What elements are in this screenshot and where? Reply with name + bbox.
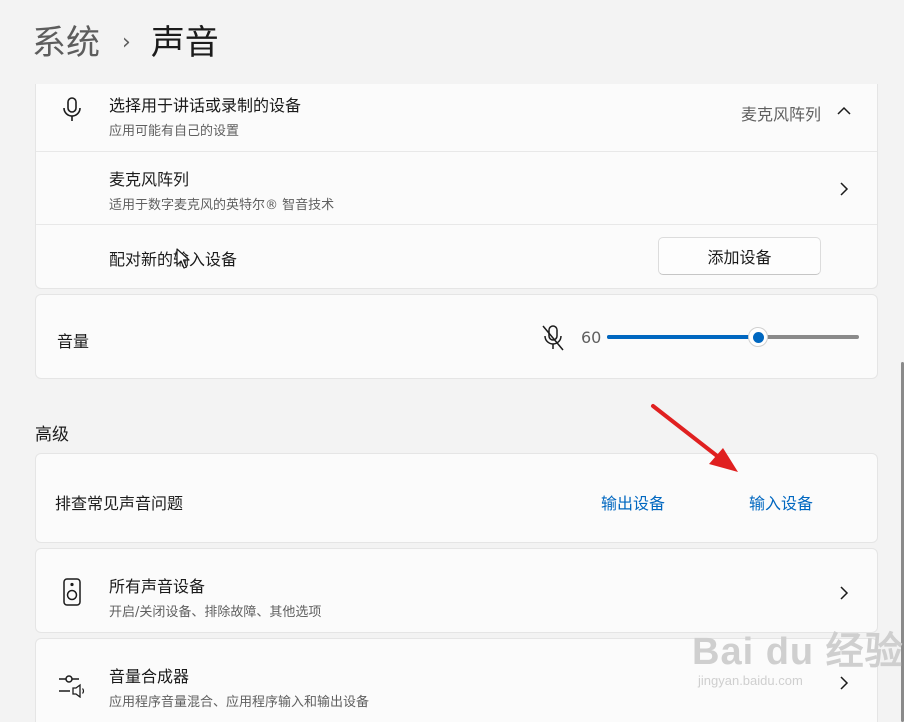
volume-value: 60 xyxy=(581,328,602,347)
mixer-icon xyxy=(58,671,88,699)
troubleshoot-card: 排查常见声音问题 输出设备 输入设备 xyxy=(35,453,878,543)
input-device-title: 选择用于讲话或录制的设备 xyxy=(109,96,302,115)
chevron-right-icon[interactable] xyxy=(837,181,851,196)
troubleshoot-label: 排查常见声音问题 xyxy=(55,494,184,513)
watermark-url: jingyan.baidu.com xyxy=(698,673,803,688)
microphone-icon xyxy=(58,96,86,124)
mic-array-subtitle: 适用于数字麦克风的英特尔® 智音技术 xyxy=(109,198,335,213)
pair-device-label: 配对新的输入设备 xyxy=(109,250,238,269)
input-devices-link[interactable]: 输入设备 xyxy=(749,490,813,514)
volume-slider[interactable] xyxy=(607,325,859,349)
baidu-watermark: Bai du 经验 jingyan.baidu.com xyxy=(692,620,904,688)
annotation-arrow xyxy=(651,404,738,472)
speaker-icon xyxy=(58,578,86,606)
watermark-logo: Bai du 经验 xyxy=(692,631,904,673)
mic-array-title: 麦克风阵列 xyxy=(109,170,190,189)
input-device-header[interactable]: 选择用于讲话或录制的设备 应用可能有自己的设置 麦克风阵列 xyxy=(36,84,877,151)
page-title: 声音 xyxy=(150,23,219,63)
volume-slider-thumb[interactable] xyxy=(748,327,768,347)
chevron-up-icon[interactable] xyxy=(837,103,851,117)
breadcrumb-separator: › xyxy=(122,30,131,55)
chevron-right-icon xyxy=(837,585,851,600)
volume-card: 音量 60 xyxy=(35,294,878,379)
input-device-card: 选择用于讲话或录制的设备 应用可能有自己的设置 麦克风阵列 麦克风阵列 适用于数… xyxy=(35,84,878,289)
volume-mixer-title: 音量合成器 xyxy=(109,667,190,686)
mic-array-item[interactable]: 麦克风阵列 适用于数字麦克风的英特尔® 智音技术 xyxy=(36,151,877,224)
all-sound-devices-title: 所有声音设备 xyxy=(109,577,206,596)
pair-device-row: 配对新的输入设备 添加设备 xyxy=(36,224,877,289)
volume-mixer-subtitle: 应用程序音量混合、应用程序输入和输出设备 xyxy=(109,695,370,710)
volume-label: 音量 xyxy=(57,332,90,351)
all-sound-devices-subtitle: 开启/关闭设备、排除故障、其他选项 xyxy=(109,605,322,620)
volume-slider-fill xyxy=(607,335,758,339)
advanced-section-label: 高级 xyxy=(35,425,69,445)
output-devices-link[interactable]: 输出设备 xyxy=(601,490,665,514)
selected-input-device: 麦克风阵列 xyxy=(740,105,821,124)
breadcrumb-system[interactable]: 系统 xyxy=(32,18,100,68)
breadcrumb: 系统 › 声音 xyxy=(32,18,219,68)
mouse-cursor-icon xyxy=(176,248,190,269)
microphone-muted-icon[interactable] xyxy=(540,323,566,357)
input-device-subtitle: 应用可能有自己的设置 xyxy=(109,124,240,139)
add-device-button[interactable]: 添加设备 xyxy=(658,237,821,275)
